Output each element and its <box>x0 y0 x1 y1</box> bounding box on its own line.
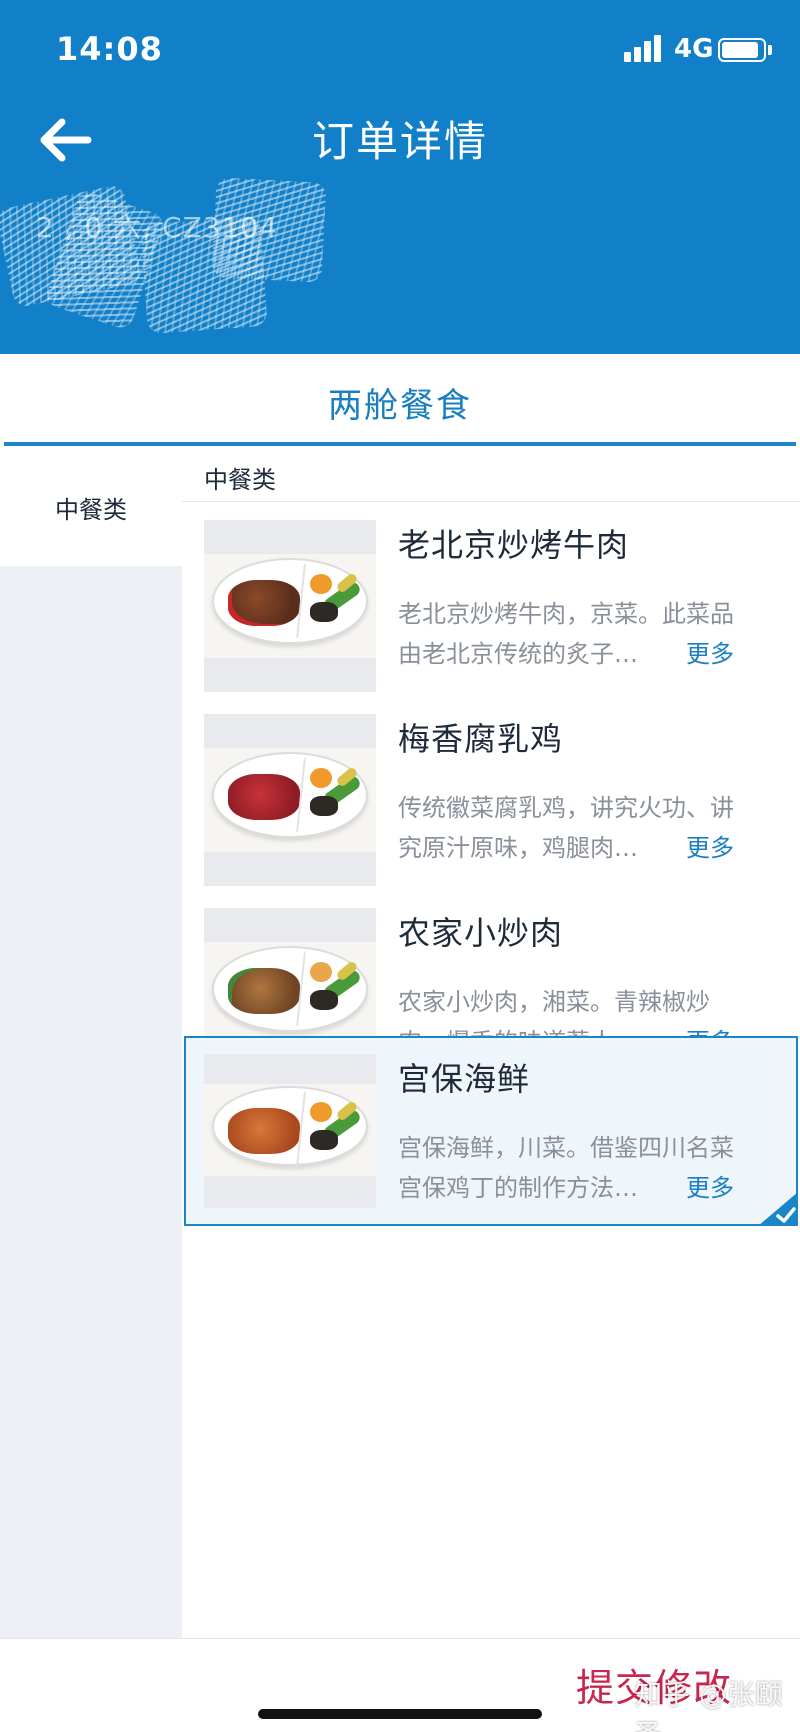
dish-image <box>204 714 376 886</box>
home-indicator <box>258 1709 542 1719</box>
more-link[interactable]: 更多 <box>686 828 734 863</box>
dish-image <box>204 520 376 692</box>
dish-desc-line: 老北京炒烤牛肉，京菜。此菜品 <box>398 600 734 628</box>
dish-image <box>204 1054 376 1208</box>
dish-list: 中餐类 老北京炒烤牛肉 老北京炒烤牛肉，京菜。此菜品 由老北京传统的炙子… 更多 <box>182 446 800 1638</box>
category-sidebar: 中餐类 <box>0 446 182 1638</box>
watermark: 知乎 @张颐圣 <box>634 1678 783 1732</box>
app-header: 14:08 4G 订单详情 2 , 0 六, CZ3104 <box>0 0 800 354</box>
status-time: 14:08 <box>56 30 163 68</box>
redaction-scribble <box>211 177 327 283</box>
dish-desc-line: 农家小炒肉，湘菜。青辣椒炒 <box>398 988 710 1016</box>
sidebar-item-chinese-meal[interactable]: 中餐类 <box>0 446 182 566</box>
dish-name: 老北京炒烤牛肉 <box>398 526 630 564</box>
network-type: 4G <box>674 34 714 64</box>
dish-item-selected[interactable]: 宫保海鲜 宫保海鲜，川菜。借鉴四川名菜 宫保鸡丁的制作方法… 更多 <box>184 1036 798 1226</box>
meal-section-tab[interactable]: 两舱餐食 <box>0 354 800 446</box>
signal-icon <box>624 34 666 62</box>
dish-name: 梅香腐乳鸡 <box>398 720 564 758</box>
category-title: 中餐类 <box>204 466 276 494</box>
dish-desc-line: 宫保海鲜，川菜。借鉴四川名菜 <box>398 1134 734 1162</box>
dish-item[interactable]: 老北京炒烤牛肉 老北京炒烤牛肉，京菜。此菜品 由老北京传统的炙子… 更多 <box>184 502 798 708</box>
check-corner-icon <box>758 1192 798 1226</box>
dish-name: 农家小炒肉 <box>398 914 564 952</box>
dish-desc-line: 传统徽菜腐乳鸡，讲究火功、讲 <box>398 794 734 822</box>
dish-desc-line: 宫保鸡丁的制作方法… <box>398 1174 638 1202</box>
dish-item[interactable]: 梅香腐乳鸡 传统徽菜腐乳鸡，讲究火功、讲 究原汁原味，鸡腿肉… 更多 <box>184 696 798 902</box>
dish-name: 宫保海鲜 <box>398 1060 531 1098</box>
more-link[interactable]: 更多 <box>686 1168 734 1203</box>
page-title: 订单详情 <box>311 117 488 166</box>
battery-tip <box>768 45 772 55</box>
sidebar-item-label: 中餐类 <box>55 496 127 524</box>
battery-icon <box>718 38 766 62</box>
category-header: 中餐类 <box>182 446 800 502</box>
more-link[interactable]: 更多 <box>686 634 734 669</box>
dish-desc-line: 究原汁原味，鸡腿肉… <box>398 834 638 862</box>
status-bar: 14:08 4G <box>0 0 800 100</box>
section-title: 两舱餐食 <box>328 386 472 426</box>
dish-desc-line: 由老北京传统的炙子… <box>398 640 638 668</box>
footer-bar: 提交修改 知乎 @张颐圣 <box>0 1638 800 1732</box>
